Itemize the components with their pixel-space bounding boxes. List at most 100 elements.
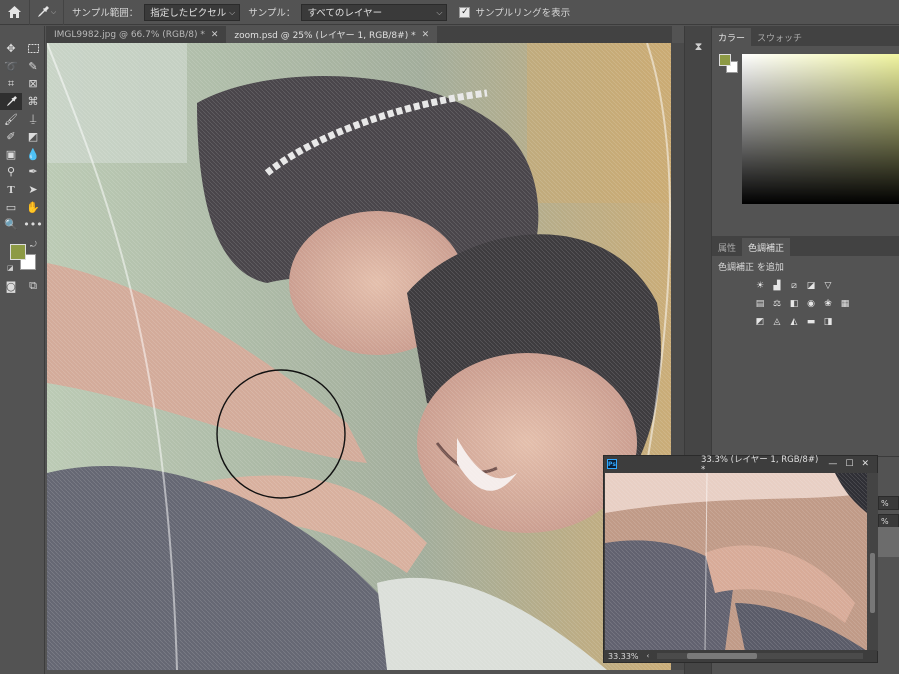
options-bar: ⌵ サンプル範囲： 指定したピクセル ⌵ サンプル： すべてのレイヤー ⌵ ✓ … — [0, 0, 899, 25]
selective-color-icon[interactable]: ◨ — [822, 317, 834, 328]
sample-label: サンプル： — [248, 8, 296, 19]
lasso-tool-icon[interactable]: ➰ — [0, 58, 22, 75]
curves-icon[interactable]: ⧄ — [788, 281, 800, 292]
tool-preset-picker[interactable]: ⌵ — [30, 0, 64, 25]
chevron-down-icon: ⌵ — [436, 7, 443, 17]
maximize-icon[interactable]: ☐ — [845, 459, 853, 469]
tools-panel: ✥ ➰ ✎ ⌗ ⊠ ⌘ 🖌 ⍊ ✐ ◩ ▣ 💧 ⚲ ✒ T ➤ ▭ ✋ 🔍 ••• ⤾ ◪ ◙ ⧉ — [0, 26, 45, 674]
gradient-map-icon[interactable]: ▬ — [805, 317, 817, 328]
foreground-color-swatch[interactable] — [719, 54, 731, 66]
zoom-tool-icon[interactable]: 🔍 — [0, 216, 22, 233]
swap-colors-icon[interactable]: ⤾ — [30, 240, 37, 250]
document-canvas[interactable] — [47, 43, 671, 670]
screen-mode-icon[interactable]: ⧉ — [22, 278, 44, 295]
floating-document-window: Ps 33.3% (レイヤー 1, RGB/8#) * — ☐ ✕ 33.33% — [603, 455, 878, 663]
home-icon — [8, 6, 21, 18]
show-sampling-ring-label: サンプルリングを表示 — [475, 8, 571, 19]
percent-label: % — [881, 498, 889, 508]
adjustments-panel-tabs: 属性 色調補正 — [712, 236, 899, 256]
dodge-tool-icon[interactable]: ⚲ — [0, 163, 22, 180]
gradient-tool-icon[interactable]: ▣ — [0, 146, 22, 163]
color-lookup-icon[interactable]: ▦ — [839, 299, 851, 310]
color-balance-icon[interactable]: ⚖ — [771, 299, 783, 310]
percent-field[interactable]: % — [878, 496, 899, 510]
hue-saturation-icon[interactable]: ▤ — [754, 299, 766, 310]
toolbar-grip[interactable] — [0, 26, 44, 40]
sample-size-label: サンプル範囲： — [72, 8, 139, 19]
sample-size-select[interactable]: 指定したピクセル ⌵ — [144, 3, 241, 21]
color-swatches: ⤾ ◪ — [0, 238, 44, 272]
invert-icon[interactable]: ◩ — [754, 317, 766, 328]
move-tool-icon[interactable]: ✥ — [0, 40, 22, 57]
vibrance-icon[interactable]: ▽ — [822, 281, 834, 292]
rectangle-tool-icon[interactable]: ▭ — [0, 199, 22, 216]
document-tabs: IMGL9982.jpg @ 66.7% (RGB/8) * ✕ zoom.ps… — [46, 26, 672, 43]
eraser-tool-icon[interactable]: ◩ — [22, 128, 44, 145]
photo-filter-icon[interactable]: ◉ — [805, 299, 817, 310]
zoomed-photo-image — [605, 473, 867, 651]
blur-tool-icon[interactable]: 💧 — [22, 146, 44, 163]
eyedropper-icon — [37, 6, 49, 17]
close-icon[interactable]: ✕ — [422, 30, 430, 40]
tab-zoom-psd[interactable]: zoom.psd @ 25% (レイヤー 1, RGB/8#) * ✕ — [226, 26, 438, 43]
eyedropper-tool-icon[interactable] — [0, 93, 22, 111]
home-button[interactable] — [0, 0, 30, 25]
floating-window-vertical-scrollbar[interactable] — [867, 473, 878, 651]
sample-select[interactable]: すべてのレイヤー ⌵ — [301, 3, 448, 21]
posterize-icon[interactable]: ◬ — [771, 317, 783, 328]
stamp-tool-icon[interactable]: ⍊ — [22, 111, 44, 128]
color-panel — [712, 46, 899, 236]
window-titlebar[interactable]: Ps 33.3% (レイヤー 1, RGB/8#) * — ☐ ✕ — [604, 455, 877, 475]
history-panel-icon[interactable]: ⧗ — [685, 36, 712, 58]
floating-window-status-bar: 33.33% ‹ — [604, 650, 877, 662]
percent-label: % — [881, 516, 889, 526]
close-icon[interactable]: ✕ — [861, 459, 869, 469]
quick-selection-tool-icon[interactable]: ✎ — [22, 58, 44, 75]
scroll-thumb[interactable] — [687, 653, 758, 659]
zoom-level[interactable]: 33.33% — [608, 652, 639, 661]
chevron-down-icon: ⌵ — [229, 7, 236, 17]
color-panel-tabs: カラー スウォッチ — [712, 26, 899, 46]
quick-mask-icon[interactable]: ◙ — [0, 278, 22, 295]
floating-window-horizontal-scrollbar[interactable] — [657, 653, 863, 659]
frame-tool-icon[interactable]: ⊠ — [22, 75, 44, 92]
add-adjustment-label: 色調補正 を追加 — [718, 263, 784, 273]
tab-adjustments[interactable]: 色調補正 — [742, 238, 791, 256]
color-field[interactable] — [742, 54, 899, 204]
marquee-tool-icon[interactable] — [22, 40, 44, 57]
minimize-icon[interactable]: — — [828, 459, 837, 469]
levels-icon[interactable]: ▟ — [771, 281, 783, 292]
close-icon[interactable]: ✕ — [211, 30, 219, 40]
more-tools-icon[interactable]: ••• — [22, 216, 44, 233]
photo-image — [47, 43, 671, 670]
sample-value: すべてのレイヤー — [307, 8, 383, 19]
threshold-icon[interactable]: ◭ — [788, 317, 800, 328]
default-colors-icon[interactable]: ◪ — [7, 264, 14, 272]
foreground-color-swatch[interactable] — [10, 243, 26, 260]
tab-color[interactable]: カラー — [712, 28, 752, 46]
tab-imgl9982[interactable]: IMGL9982.jpg @ 66.7% (RGB/8) * ✕ — [46, 26, 227, 43]
type-tool-icon[interactable]: T — [0, 181, 22, 198]
healing-brush-tool-icon[interactable]: ⌘ — [22, 93, 44, 110]
tab-label: zoom.psd @ 25% (レイヤー 1, RGB/8#) * — [234, 31, 416, 41]
show-sampling-ring-checkbox[interactable]: ✓ — [459, 6, 471, 18]
chevron-down-icon: ⌵ — [50, 7, 57, 16]
scroll-thumb[interactable] — [870, 553, 875, 613]
tab-label: IMGL9982.jpg @ 66.7% (RGB/8) * — [54, 29, 205, 40]
pen-tool-icon[interactable]: ✒ — [22, 163, 44, 180]
history-brush-tool-icon[interactable]: ✐ — [0, 128, 22, 145]
channel-mixer-icon[interactable]: ❀ — [822, 299, 834, 310]
hand-tool-icon[interactable]: ✋ — [22, 199, 44, 216]
chevron-left-icon[interactable]: ‹ — [647, 652, 650, 660]
brightness-contrast-icon[interactable]: ☀ — [754, 281, 766, 292]
black-white-icon[interactable]: ◧ — [788, 299, 800, 310]
exposure-icon[interactable]: ◪ — [805, 281, 817, 292]
tab-properties[interactable]: 属性 — [712, 238, 742, 256]
photoshop-logo-icon: Ps — [607, 459, 617, 469]
path-selection-tool-icon[interactable]: ➤ — [22, 181, 44, 198]
tab-swatches[interactable]: スウォッチ — [751, 28, 808, 46]
crop-tool-icon[interactable]: ⌗ — [0, 75, 22, 92]
brush-tool-icon[interactable]: 🖌 — [0, 111, 22, 128]
floating-window-canvas[interactable] — [605, 473, 867, 651]
percent-field[interactable]: % — [878, 514, 899, 528]
